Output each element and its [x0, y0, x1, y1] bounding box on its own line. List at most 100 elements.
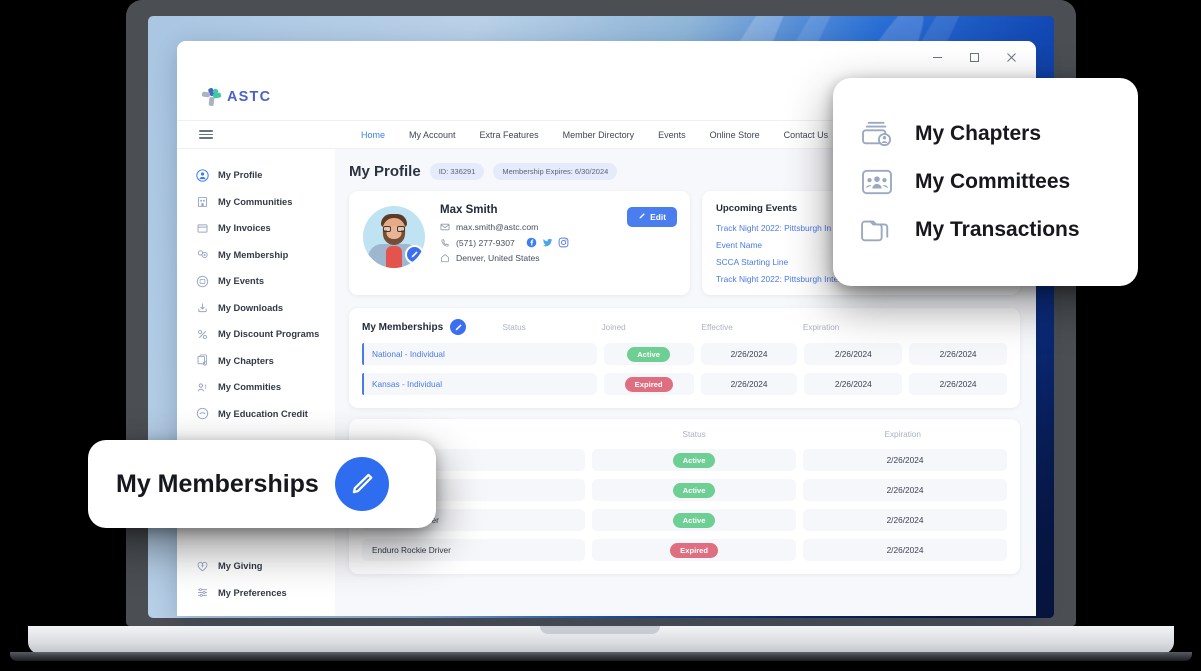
sidebar-item-my-education-credit[interactable]: My Education Credit — [177, 401, 335, 428]
callout-label: My Chapters — [915, 122, 1042, 145]
sidebar-item-my-downloads[interactable]: My Downloads — [177, 295, 335, 322]
memberships-callout-card: My Memberships — [88, 440, 436, 528]
memberships-table-header: My Memberships Status Joined Effective E… — [362, 319, 1007, 335]
item-name: Enduro Rockie Driver — [362, 539, 586, 561]
minimize-icon[interactable] — [919, 41, 956, 74]
profile-details: Max Smith max.smith@astc.com (571) 277-9… — [440, 204, 569, 282]
membership-name: National - Individual — [362, 343, 597, 365]
sidebar-item-my-preferences[interactable]: My Preferences — [177, 580, 335, 607]
callout-item-my-committees[interactable]: My Committees — [859, 167, 1112, 197]
chapters-stack-icon — [859, 119, 895, 149]
callout-label: My Transactions — [915, 218, 1080, 241]
profile-phone: (571) 277-9307 — [456, 237, 515, 248]
calendar-circle-icon — [196, 275, 209, 288]
profile-card: Max Smith max.smith@astc.com (571) 277-9… — [349, 191, 690, 295]
sidebar-item-label: My Profile — [218, 170, 263, 181]
download-icon — [196, 301, 209, 314]
callout-label: My Memberships — [116, 469, 319, 498]
sidebar-item-my-giving[interactable]: My Giving — [177, 553, 335, 580]
brand-name: ASTC — [227, 89, 272, 105]
table-row[interactable]: Active 2/26/2024 — [362, 479, 1007, 501]
secondary-table-header: Status Expiration — [362, 430, 1007, 441]
committee-person-icon — [196, 381, 209, 394]
sidebar-item-my-invoices[interactable]: My Invoices — [177, 215, 335, 242]
avatar[interactable] — [363, 206, 425, 268]
sidebar-item-label: My Invoices — [218, 223, 271, 234]
table-row[interactable]: lt Active 2/26/2024 — [362, 449, 1007, 471]
column-header-expiration: Expiration — [802, 322, 840, 332]
home-icon — [440, 253, 450, 263]
envelope-icon — [440, 222, 450, 232]
facebook-icon[interactable] — [526, 237, 537, 248]
sidebar-item-label: My Communities — [218, 196, 293, 207]
avatar-edit-pencil-icon[interactable] — [405, 245, 424, 264]
logo[interactable]: ASTC — [201, 86, 272, 107]
sidebar-item-my-events[interactable]: My Events — [177, 268, 335, 295]
callout-label: My Committees — [915, 170, 1071, 193]
memberships-title: My Memberships — [362, 321, 444, 333]
window-controls — [919, 41, 1030, 74]
sidebar-item-label: My Preferences — [218, 587, 287, 598]
nav-item-contact-us[interactable]: Contact Us — [784, 130, 829, 140]
close-icon[interactable] — [993, 41, 1030, 74]
membership-expiry-badge: Membership Expires: 6/30/2024 — [493, 163, 618, 180]
sidebar-item-my-membership[interactable]: My Membership — [177, 242, 335, 269]
sidebar-item-my-chapters[interactable]: My Chapters — [177, 348, 335, 375]
profile-email: max.smith@astc.com — [456, 222, 539, 232]
laptop-foot — [10, 652, 1192, 661]
percent-icon — [196, 328, 209, 341]
nav-item-home[interactable]: Home — [361, 130, 385, 140]
sidebar-item-label: My Chapters — [218, 355, 274, 366]
joined-date: 2/26/2024 — [700, 343, 798, 365]
table-row[interactable]: National - Individual Active 2/26/2024 2… — [362, 343, 1007, 365]
social-links — [526, 237, 569, 248]
column-header-status: Status — [502, 322, 526, 332]
table-row[interactable]: Enduro Rockie Driver Expired 2/26/2024 — [362, 539, 1007, 561]
profile-name: Max Smith — [440, 204, 498, 216]
nav-item-events[interactable]: Events — [658, 130, 686, 140]
sidebar-item-my-profile[interactable]: My Profile — [177, 162, 335, 189]
member-id-badge: ID: 336291 — [429, 163, 485, 180]
memberships-table-card: My Memberships Status Joined Effective E… — [349, 308, 1020, 408]
sidebar-bottom: My Giving My Preferences — [177, 553, 335, 606]
effective-date: 2/26/2024 — [804, 343, 903, 365]
expiration-date: 2/26/2024 — [803, 449, 1007, 471]
instagram-icon[interactable] — [558, 237, 569, 248]
expiration-date: 2/26/2024 — [909, 373, 1007, 395]
sidebar-item-my-commities[interactable]: My Commities — [177, 374, 335, 401]
sidebar-item-my-discount-programs[interactable]: My Discount Programs — [177, 321, 335, 348]
sidebar-item-my-communities[interactable]: My Communities — [177, 189, 335, 216]
pencil-icon — [638, 212, 646, 222]
profile-email-row: max.smith@astc.com — [440, 222, 569, 232]
status-badge: Active — [672, 482, 716, 498]
table-row[interactable]: Kansas - Individual Expired 2/26/2024 2/… — [362, 373, 1007, 395]
nav-item-member-directory[interactable]: Member Directory — [563, 130, 635, 140]
nav-item-extra-features[interactable]: Extra Features — [480, 130, 539, 140]
edit-profile-button[interactable]: Edit — [627, 207, 677, 227]
effective-date: 2/26/2024 — [804, 373, 903, 395]
status-badge: Expired — [624, 376, 673, 392]
committee-group-icon — [859, 167, 895, 197]
twitter-icon[interactable] — [542, 237, 553, 248]
table-row[interactable]: Enduro Full Driver Active 2/26/2024 — [362, 509, 1007, 531]
chapters-lock-icon — [196, 354, 209, 367]
chapters-callout-card: My Chapters My Committees My Transaction… — [833, 78, 1138, 286]
status-badge: Active — [627, 346, 670, 362]
nav-item-my-account[interactable]: My Account — [409, 130, 456, 140]
sliders-icon — [196, 586, 209, 599]
heart-hand-icon — [196, 560, 209, 573]
callout-item-my-transactions[interactable]: My Transactions — [859, 215, 1112, 245]
page-title: My Profile — [349, 163, 421, 180]
sidebar-item-label: My Membership — [218, 249, 289, 260]
nav-item-online-store[interactable]: Online Store — [710, 130, 760, 140]
memberships-edit-pencil-icon[interactable] — [450, 319, 467, 335]
sidebar-item-label: My Giving — [218, 561, 263, 572]
maximize-icon[interactable] — [956, 41, 993, 74]
pencil-icon[interactable] — [334, 457, 389, 511]
hamburger-menu-icon[interactable] — [177, 128, 235, 141]
building-icon — [196, 195, 209, 208]
sidebar-item-label: My Events — [218, 276, 264, 287]
phone-icon — [440, 238, 450, 248]
sidebar-item-label: My Commities — [218, 382, 282, 393]
callout-item-my-chapters[interactable]: My Chapters — [859, 119, 1112, 149]
